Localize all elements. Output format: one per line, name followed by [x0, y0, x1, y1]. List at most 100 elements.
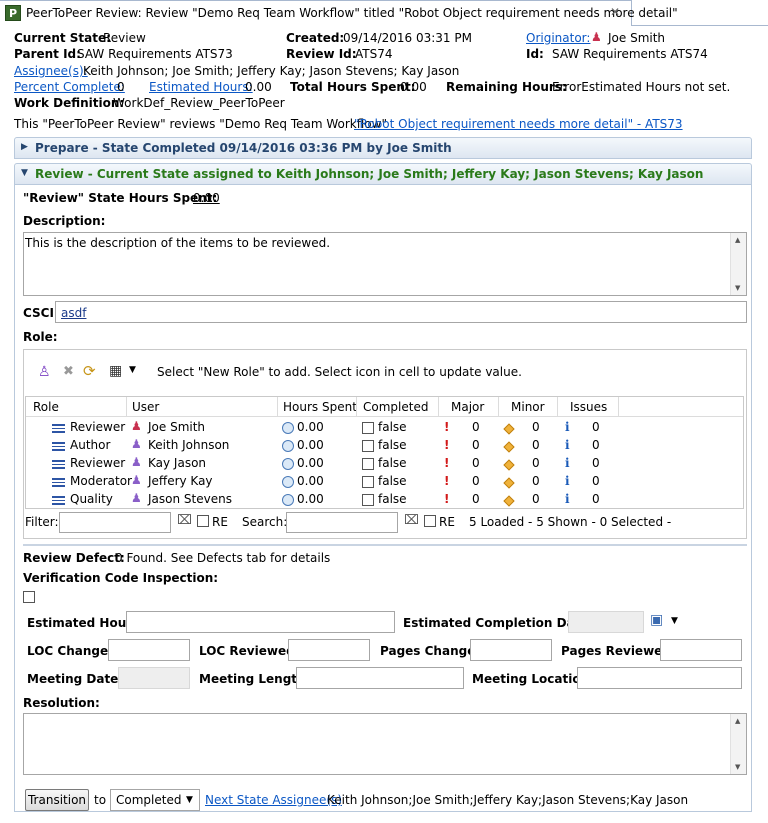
completed-cell: false — [378, 456, 407, 470]
clock-icon[interactable] — [282, 494, 294, 506]
pages-reviewed-label: Pages Reviewed: — [561, 644, 676, 658]
info-icon[interactable]: i — [565, 420, 570, 434]
table-row[interactable]: Author ♟ Keith Johnson 0.00 false ! 0 0 … — [26, 437, 743, 455]
completed-checkbox[interactable] — [362, 494, 374, 506]
completed-checkbox[interactable] — [362, 458, 374, 470]
major-icon[interactable]: ! — [444, 456, 449, 470]
next-state-assignees-link[interactable]: Next State Assignee(s) — [205, 793, 342, 807]
role-cell: Reviewer — [70, 456, 126, 470]
est-hours-input[interactable] — [126, 611, 395, 633]
reviewed-item-link[interactable]: "Robot Object requirement needs more det… — [354, 117, 683, 131]
percent-complete-value: 0 — [117, 80, 125, 94]
close-icon[interactable]: ✕ — [610, 5, 620, 19]
csci-field[interactable]: asdf — [55, 301, 747, 323]
column-header-completed[interactable]: Completed — [363, 400, 428, 414]
pages-reviewed-input[interactable] — [660, 639, 742, 661]
new-role-icon[interactable]: ♙ — [38, 364, 51, 380]
chevron-down-icon[interactable]: ▼ — [129, 365, 136, 375]
loc-reviewed-input[interactable] — [288, 639, 370, 661]
meeting-date-input[interactable] — [118, 667, 190, 689]
refresh-icon[interactable]: ⟳ — [83, 362, 96, 380]
resolution-textarea[interactable]: ▲ ▼ — [23, 713, 747, 775]
transition-state-select[interactable]: Completed ▼ — [110, 789, 200, 811]
clear-filter-icon[interactable]: ⌧ — [177, 513, 192, 528]
column-header-issues[interactable]: Issues — [570, 400, 607, 414]
description-textarea[interactable]: This is the description of the items to … — [23, 232, 747, 296]
table-row[interactable]: Reviewer ♟ Joe Smith 0.00 false ! 0 0 i … — [26, 419, 743, 437]
loc-changed-input[interactable] — [108, 639, 190, 661]
peer-review-app-icon: P — [5, 5, 21, 21]
meeting-length-input[interactable] — [296, 667, 464, 689]
editor-tab[interactable]: P PeerToPeer Review: Review "Demo Req Te… — [0, 0, 678, 26]
delete-icon[interactable]: ✖ — [63, 364, 74, 379]
minor-icon[interactable] — [503, 423, 515, 435]
table-row[interactable]: Reviewer ♟ Kay Jason 0.00 false ! 0 0 i … — [26, 455, 743, 473]
search-input[interactable] — [286, 512, 398, 533]
table-row[interactable]: Quality ♟ Jason Stevens 0.00 false ! 0 0… — [26, 491, 743, 509]
transition-button[interactable]: Transition — [25, 789, 89, 811]
filter-input[interactable] — [59, 512, 171, 533]
clock-icon[interactable] — [282, 476, 294, 488]
person-icon: ♟ — [131, 419, 142, 433]
reviews-text: This "PeerToPeer Review" reviews "Demo R… — [14, 117, 387, 131]
major-icon[interactable]: ! — [444, 438, 449, 452]
role-icon — [52, 424, 65, 433]
chevron-down-icon[interactable]: ▼ — [671, 616, 678, 626]
meeting-location-input[interactable] — [577, 667, 742, 689]
resolution-scrollbar[interactable]: ▲ ▼ — [730, 714, 746, 774]
est-completion-date-input[interactable] — [568, 611, 644, 633]
completed-checkbox[interactable] — [362, 440, 374, 452]
state-hours-label: "Review" State Hours Spent: — [23, 191, 218, 205]
prepare-section-header[interactable]: ▶ Prepare - State Completed 09/14/2016 0… — [14, 137, 752, 159]
column-header-role[interactable]: Role — [33, 400, 59, 414]
table-row[interactable]: Moderator ♟ Jeffery Kay 0.00 false ! 0 0… — [26, 473, 743, 491]
clear-search-icon[interactable]: ⌧ — [404, 513, 419, 528]
assignees-link[interactable]: Assignee(s): — [14, 64, 88, 78]
filter-regex-checkbox[interactable] — [197, 515, 209, 527]
column-header-hours[interactable]: Hours Spent — [283, 400, 357, 414]
assignees-value: Keith Johnson; Joe Smith; Jeffery Kay; J… — [83, 64, 460, 78]
review-section-header[interactable]: ▼ Review - Current State assigned to Kei… — [14, 163, 752, 185]
minor-icon[interactable] — [503, 495, 515, 507]
completed-checkbox[interactable] — [362, 476, 374, 488]
csci-label: CSCI: — [23, 306, 59, 320]
collapse-arrow-icon[interactable]: ▼ — [21, 168, 28, 178]
estimated-hours-link[interactable]: Estimated Hours: — [149, 80, 253, 94]
clock-icon[interactable] — [282, 458, 294, 470]
major-icon[interactable]: ! — [444, 492, 449, 506]
minor-icon[interactable] — [503, 477, 515, 489]
minor-icon[interactable] — [503, 459, 515, 471]
pages-changed-input[interactable] — [470, 639, 552, 661]
clock-icon[interactable] — [282, 440, 294, 452]
chevron-down-icon[interactable]: ▼ — [186, 795, 193, 805]
clock-icon[interactable] — [282, 422, 294, 434]
minor-icon[interactable] — [503, 441, 515, 453]
meeting-length-label: Meeting Length: — [199, 672, 311, 686]
info-icon[interactable]: i — [565, 438, 570, 452]
role-icon — [52, 478, 65, 487]
originator-value: Joe Smith — [608, 31, 666, 45]
completed-cell: false — [378, 492, 407, 506]
originator-link[interactable]: Originator: — [526, 31, 590, 45]
role-icon — [52, 496, 65, 505]
table-status: 5 Loaded - 5 Shown - 0 Selected - — [469, 515, 672, 529]
state-hours-value[interactable]: 0.00 — [193, 191, 220, 205]
major-icon[interactable]: ! — [444, 474, 449, 488]
info-icon[interactable]: i — [565, 492, 570, 506]
column-header-minor[interactable]: Minor — [511, 400, 545, 414]
expand-arrow-icon[interactable]: ▶ — [21, 142, 28, 152]
search-regex-checkbox[interactable] — [424, 515, 436, 527]
current-state-value: Review — [103, 31, 146, 45]
calendar-icon[interactable]: ▣ — [650, 612, 663, 628]
percent-complete-link[interactable]: Percent Complete: — [14, 80, 125, 94]
info-icon[interactable]: i — [565, 456, 570, 470]
column-header-user[interactable]: User — [132, 400, 159, 414]
major-icon[interactable]: ! — [444, 420, 449, 434]
description-scrollbar[interactable]: ▲ ▼ — [730, 233, 746, 295]
table-columns-icon[interactable]: ▦ — [109, 363, 122, 379]
verification-checkbox[interactable] — [23, 591, 35, 603]
info-icon[interactable]: i — [565, 474, 570, 488]
csci-value[interactable]: asdf — [61, 306, 86, 320]
completed-checkbox[interactable] — [362, 422, 374, 434]
column-header-major[interactable]: Major — [451, 400, 484, 414]
